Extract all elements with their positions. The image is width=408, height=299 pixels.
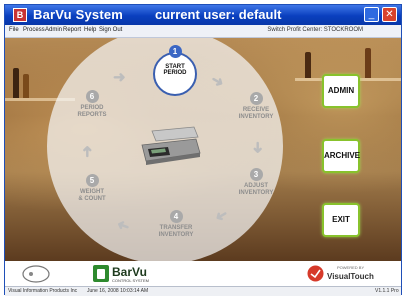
menu-admin[interactable]: Admin <box>45 27 62 33</box>
step-label-line1: WEIGHT <box>80 189 104 195</box>
barvu-brand-subtitle: CONTROL SYSTEM <box>112 278 149 283</box>
step-adjust-inventory[interactable]: 3 ADJUST INVENTORY <box>233 168 279 197</box>
background-bottle <box>23 74 29 98</box>
menu-process[interactable]: Process <box>23 27 45 33</box>
step-start-period[interactable]: 1 START PERIOD <box>153 45 197 96</box>
visual-touch-brand: VisualTouch <box>327 272 374 281</box>
status-version: V1.1.1 Pro <box>375 288 399 294</box>
step-label-line1: PERIOD <box>80 105 104 111</box>
step-label-line1: RECEIVE <box>242 107 270 113</box>
minimize-button[interactable]: _ <box>364 7 379 22</box>
menu-file[interactable]: File <box>9 27 19 33</box>
cycle-arrow-icon: ➜ <box>248 141 266 154</box>
step-label-line2: INVENTORY <box>158 232 194 238</box>
main-panel: 1 START PERIOD 2 RECEIVE INVENTORY 3 ADJ… <box>5 38 401 261</box>
current-user-title: current user: default <box>155 7 282 22</box>
status-bar: Visual Information Products Inc June 16,… <box>5 286 401 296</box>
weighing-scale-icon <box>141 126 201 165</box>
profit-center-selector[interactable]: Switch Profit Center: STOCKROOM <box>267 27 363 33</box>
menu-help[interactable]: Help <box>84 27 96 33</box>
step-number-badge: 1 <box>168 45 182 58</box>
step-label-line2: INVENTORY <box>238 114 274 120</box>
step-number-badge: 5 <box>85 174 99 187</box>
background-bottle <box>13 68 19 98</box>
cycle-arrow-icon: ➜ <box>113 69 126 86</box>
step-label-line2: INVENTORY <box>238 190 274 196</box>
app-window: B BarVu System current user: default _ ✕… <box>4 4 402 296</box>
step-number-badge: 6 <box>85 90 99 103</box>
step-period-reports[interactable]: 6 PERIOD REPORTS <box>69 90 115 119</box>
step-weight-count[interactable]: 5 WEIGHT & COUNT <box>69 174 115 203</box>
background-bottle <box>305 52 311 78</box>
barvu-logo-icon <box>93 265 109 282</box>
step-label-line2: & COUNT <box>78 196 106 202</box>
cycle-arrow-icon: ➜ <box>78 145 96 158</box>
step-number-badge: 3 <box>249 168 263 181</box>
app-title: BarVu System <box>33 7 124 22</box>
app-icon: B <box>13 8 27 22</box>
status-datetime: June 16, 2008 10:03:14 AM <box>87 288 149 294</box>
footer-bar: BarVu CONTROL SYSTEM POWERED BY VisualTo… <box>5 261 401 286</box>
archive-button[interactable]: ARCHIVE <box>322 139 360 173</box>
step-label-line1: ADJUST <box>243 183 268 189</box>
admin-button[interactable]: ADMIN <box>322 74 360 108</box>
visual-touch-logo-icon <box>307 265 324 282</box>
powered-by-label: POWERED BY <box>337 265 365 270</box>
step-number-badge: 4 <box>169 210 183 223</box>
step-label-line1: TRANSFER <box>159 225 193 231</box>
status-company: Visual Information Products Inc <box>8 288 78 294</box>
close-button[interactable]: ✕ <box>382 7 397 22</box>
step-transfer-inventory[interactable]: 4 TRANSFER INVENTORY <box>153 210 199 239</box>
step-receive-inventory[interactable]: 2 RECEIVE INVENTORY <box>233 92 279 121</box>
menu-sign-out[interactable]: Sign Out <box>99 27 122 33</box>
vip-logo-icon <box>22 265 50 283</box>
menu-bar: File Process Admin Report Help Sign Out … <box>5 25 401 38</box>
barvu-brand-text: BarVu <box>112 265 147 279</box>
menu-report[interactable]: Report <box>63 27 81 33</box>
title-bar: B BarVu System current user: default _ ✕ <box>5 5 401 25</box>
background-bottle <box>365 48 371 78</box>
step-label-line2: REPORTS <box>77 112 107 118</box>
step-label-line2: PERIOD <box>163 70 187 76</box>
step-number-badge: 2 <box>249 92 263 105</box>
exit-button[interactable]: EXIT <box>322 203 360 237</box>
